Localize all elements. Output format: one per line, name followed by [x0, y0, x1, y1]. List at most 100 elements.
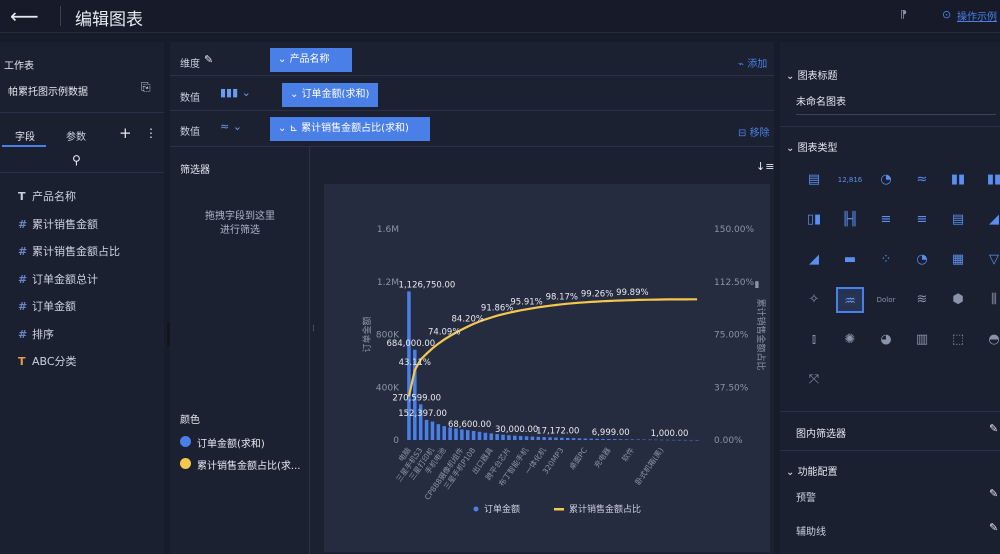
bar-value-label: 684,000.00 [386, 339, 435, 349]
bar [689, 439, 693, 441]
bar [530, 436, 535, 440]
pie-chart-icon[interactable]: ◔ [908, 247, 936, 273]
workspace-label: 工作表 [4, 61, 34, 72]
histogram-chart-icon[interactable]: ▥ [908, 327, 936, 353]
pencil-icon[interactable]: ✎ [204, 53, 213, 66]
filter-title: 筛选器 [180, 165, 210, 176]
bar [695, 439, 699, 441]
bar-value-label: 6,999.00 [592, 428, 630, 438]
field-item[interactable]: # 排序 [18, 326, 54, 342]
donut-chart-icon[interactable]: ◕ [872, 327, 900, 353]
in-chart-filter-section[interactable]: 图内筛选器 [796, 425, 846, 440]
bar [424, 419, 429, 440]
more-vertical-icon[interactable]: ⋮ [145, 126, 157, 140]
field-item[interactable]: # 累计销售金额 [18, 216, 98, 232]
world-map-chart-icon[interactable]: ✺ [836, 327, 864, 353]
field-item[interactable]: # 订单金额总计 [18, 271, 98, 287]
dataset-edit-icon[interactable]: ⎘ [141, 80, 151, 95]
pareto-chart-icon[interactable]: ♒ [836, 287, 864, 313]
bar-chart-icon[interactable]: ▮▮▮ ⌄ [220, 86, 251, 99]
bar [548, 437, 552, 440]
bar [501, 434, 505, 440]
sort-icon[interactable]: ↓≡ [756, 160, 774, 173]
function-section[interactable]: ⌄ 功能配置 [786, 463, 838, 478]
radar-chart-icon[interactable]: ⬢ [944, 287, 972, 313]
back-arrow-icon[interactable]: ⟵ [10, 4, 39, 28]
filter-hint-1: 拖拽字段到这里 [205, 211, 275, 222]
kpi-chart-icon[interactable]: 12,816 [836, 167, 864, 193]
relation-chart-icon[interactable]: ⤧ [800, 367, 828, 393]
bar [595, 438, 599, 440]
scatter-chart-icon[interactable]: ⁘ [872, 247, 900, 273]
table-chart-icon[interactable]: ▤ [800, 167, 828, 193]
title-section[interactable]: ⌄ 图表标题 [786, 67, 838, 82]
rose-chart-icon[interactable]: ◓ [980, 327, 1000, 353]
area-chart-icon[interactable]: ◢ [980, 207, 1000, 233]
add-icon-link[interactable]: ⌁ 添加 [738, 55, 767, 70]
sankey-chart-icon[interactable]: ≋ [908, 287, 936, 313]
field-name: 订单金额 [32, 300, 76, 313]
chevron-down-icon: ⌄ ⊾ [278, 123, 302, 134]
dimension-pill[interactable]: ⌄ 产品名称 [270, 48, 352, 72]
percent-bar-chart-icon[interactable]: ▤ [944, 207, 972, 233]
pencil-icon[interactable]: ✎ [989, 422, 998, 435]
add-icon[interactable]: + [119, 124, 132, 142]
bar [489, 433, 494, 440]
pencil-icon[interactable]: ✎ [989, 521, 998, 534]
line-value-label: 43.11% [399, 358, 431, 368]
field-item[interactable]: # 累计销售金额占比 [18, 243, 120, 259]
bar [454, 428, 458, 440]
play-circle-icon[interactable]: ⊙ [942, 8, 951, 21]
grouped-column-chart-icon[interactable]: ▯▮ [800, 207, 828, 233]
horizontal-bar-chart-icon[interactable]: ≡ [872, 207, 900, 233]
stacked-horizontal-bar-chart-icon[interactable]: ≡ [908, 207, 936, 233]
stacked-area-chart-icon[interactable]: ◢ [800, 247, 828, 273]
page-title: 编辑图表 [75, 10, 143, 30]
line-value-label: 95.91% [510, 297, 542, 307]
color-item-order[interactable]: 订单金额(求和) [197, 435, 265, 450]
search-icon[interactable]: ⚲ [72, 153, 81, 167]
line-value-label: 99.89% [616, 288, 648, 298]
pencil-icon[interactable]: ✎ [989, 487, 998, 500]
bar-value-label: 152,397.00 [398, 409, 447, 419]
chart-title-input[interactable]: 未命名图表 [796, 93, 996, 115]
percent-area-chart-icon[interactable]: ▬ [836, 247, 864, 273]
gauge-chart-icon[interactable]: ◔ [872, 167, 900, 193]
y2-tick-label: 112.50% [714, 278, 754, 288]
bar-chart-icon[interactable]: ▮▮ [944, 167, 972, 193]
field-item[interactable]: # 订单金额 [18, 298, 76, 314]
field-item[interactable]: T 产品名称 [18, 188, 76, 204]
line-chart-icon[interactable]: ≈ ⌄ [220, 120, 242, 133]
bar-value-label: 1,126,750.00 [399, 280, 456, 290]
drag-handle-icon[interactable]: ⁞ [312, 324, 315, 334]
word-cloud-chart-icon[interactable]: Dolor [872, 287, 900, 313]
type-section[interactable]: ⌄ 图表类型 [786, 139, 838, 154]
color-item-ratio[interactable]: 累计销售金额占比(求... [197, 457, 300, 472]
bar [513, 435, 517, 440]
flow-map-chart-icon[interactable]: ⬚ [944, 327, 972, 353]
funnel-chart-icon[interactable]: ▽ [980, 247, 1000, 273]
line-chart-icon[interactable]: ≈ [908, 167, 936, 193]
dataset-name[interactable]: 帕累托图示例数据 [8, 83, 88, 98]
stacked-bar-chart-icon[interactable]: ▮▮ [980, 167, 1000, 193]
remove-link[interactable]: ⊟ 移除 [738, 124, 770, 139]
y2-tick-label: 150.00% [714, 225, 754, 235]
treemap-chart-icon[interactable]: ▦ [944, 247, 972, 273]
field-item[interactable]: T ABC分类 [18, 353, 77, 369]
boxplot-chart-icon[interactable]: ⫼ [980, 287, 1000, 313]
candlestick-chart-icon[interactable]: ⫾ [800, 327, 828, 353]
bar [465, 430, 470, 440]
tab-fields[interactable]: 字段 [15, 128, 35, 143]
value-pill-cumulative-ratio[interactable]: ⌄ ⊾ 累计销售金额占比(求和) [270, 117, 430, 141]
line-value-label: 74.09% [428, 328, 460, 338]
value-pill-order-amount[interactable]: ⌄ 订单金额(求和) [282, 83, 378, 107]
filter-hint-2: 进行筛选 [220, 225, 260, 236]
waterfall-chart-icon[interactable]: ╟╢ [836, 207, 864, 233]
text-type-icon: T [18, 190, 26, 203]
flag-icon[interactable]: ⁋ [900, 8, 907, 21]
bar [665, 439, 670, 441]
tab-params[interactable]: 参数 [66, 128, 86, 143]
map-chart-icon[interactable]: ✧ [800, 287, 828, 313]
bar [507, 435, 511, 440]
example-link[interactable]: 操作示例 [957, 8, 997, 23]
